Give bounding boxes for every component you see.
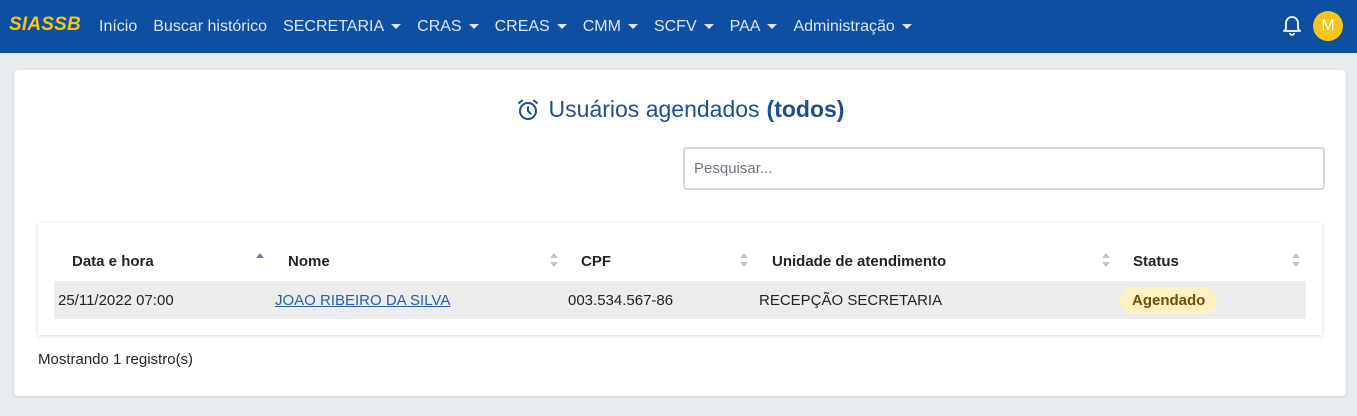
page-title-text: Usuários agendados xyxy=(548,96,760,122)
cell-unit: RECEPÇÃO SECRETARIA xyxy=(759,291,943,309)
sort-ascending-icon[interactable] xyxy=(256,252,264,268)
nav-label: SCFV xyxy=(653,17,697,35)
records-count: Mostrando 1 registro(s) xyxy=(38,351,194,368)
cell-datetime: 25/11/2022 07:00 xyxy=(58,291,174,309)
nav-item-secretaria[interactable]: SECRETARIA xyxy=(283,17,402,36)
sort-icon[interactable] xyxy=(1292,252,1300,268)
bell-icon[interactable] xyxy=(1282,14,1302,36)
sort-icon[interactable] xyxy=(740,252,748,268)
alarm-clock-icon xyxy=(517,99,538,120)
nav-item-paa[interactable]: PAA xyxy=(730,18,778,36)
column-header-cpf[interactable]: CPF xyxy=(581,241,741,281)
nav-item-inicio[interactable]: Início xyxy=(99,18,137,36)
top-navbar: SIASSB Início Buscar histórico SECRETARI… xyxy=(0,0,1357,53)
brand-logo[interactable]: SIASSB xyxy=(9,14,81,36)
nav-item-cmm[interactable]: CMM xyxy=(583,18,638,36)
nav-label: Administração xyxy=(793,17,895,35)
sort-icon[interactable] xyxy=(550,252,558,268)
nav-item-creas[interactable]: CREAS xyxy=(495,18,567,36)
caret-down-icon xyxy=(468,24,479,29)
cell-name: JOAO RIBEIRO DA SILVA xyxy=(275,281,450,319)
nav-label: Buscar histórico xyxy=(153,17,268,35)
nav-label: Início xyxy=(99,17,138,35)
column-header-unidade[interactable]: Unidade de atendimento xyxy=(772,241,1092,281)
scheduled-users-card: Usuários agendados (todos) Data e hora N… xyxy=(14,70,1346,396)
page-title-filter: (todos) xyxy=(766,96,845,122)
nav-item-administracao[interactable]: Administração xyxy=(793,17,912,36)
caret-down-icon xyxy=(556,24,567,29)
nav-label: PAA xyxy=(729,17,761,35)
table-row: 25/11/2022 07:00 JOAO RIBEIRO DA SILVA 0… xyxy=(54,281,1306,319)
sort-icon[interactable] xyxy=(1102,252,1110,268)
page-title: Usuários agendados (todos) xyxy=(14,96,1346,123)
status-badge: Agendado xyxy=(1120,286,1218,314)
column-header-status[interactable]: Status xyxy=(1133,241,1283,281)
appointments-table: Data e hora Nome CPF Unidade de atendime… xyxy=(38,223,1322,335)
nav-label: CRAS xyxy=(417,17,462,35)
main-nav: Início Buscar histórico SECRETARIA CRAS … xyxy=(99,0,928,53)
cell-cpf: 003.534.567-86 xyxy=(568,291,674,309)
caret-down-icon xyxy=(703,24,714,29)
column-header-data-hora[interactable]: Data e hora xyxy=(72,241,272,281)
caret-down-icon xyxy=(901,24,912,29)
caret-down-icon xyxy=(767,24,778,29)
nav-label: CREAS xyxy=(494,17,550,35)
nav-item-buscar-historico[interactable]: Buscar histórico xyxy=(153,18,267,36)
nav-item-cras[interactable]: CRAS xyxy=(417,17,479,36)
column-header-nome[interactable]: Nome xyxy=(288,241,548,281)
table-header: Data e hora Nome CPF Unidade de atendime… xyxy=(54,241,1306,281)
nav-item-scfv[interactable]: SCFV xyxy=(654,18,714,36)
cell-status: Agendado xyxy=(1120,281,1218,319)
nav-label: SECRETARIA xyxy=(283,17,385,35)
user-name-link[interactable]: JOAO RIBEIRO DA SILVA xyxy=(275,292,450,309)
avatar[interactable]: M xyxy=(1313,11,1343,41)
search-input[interactable] xyxy=(683,147,1325,190)
caret-down-icon xyxy=(391,24,402,29)
nav-label: CMM xyxy=(582,17,621,35)
caret-down-icon xyxy=(627,24,638,29)
